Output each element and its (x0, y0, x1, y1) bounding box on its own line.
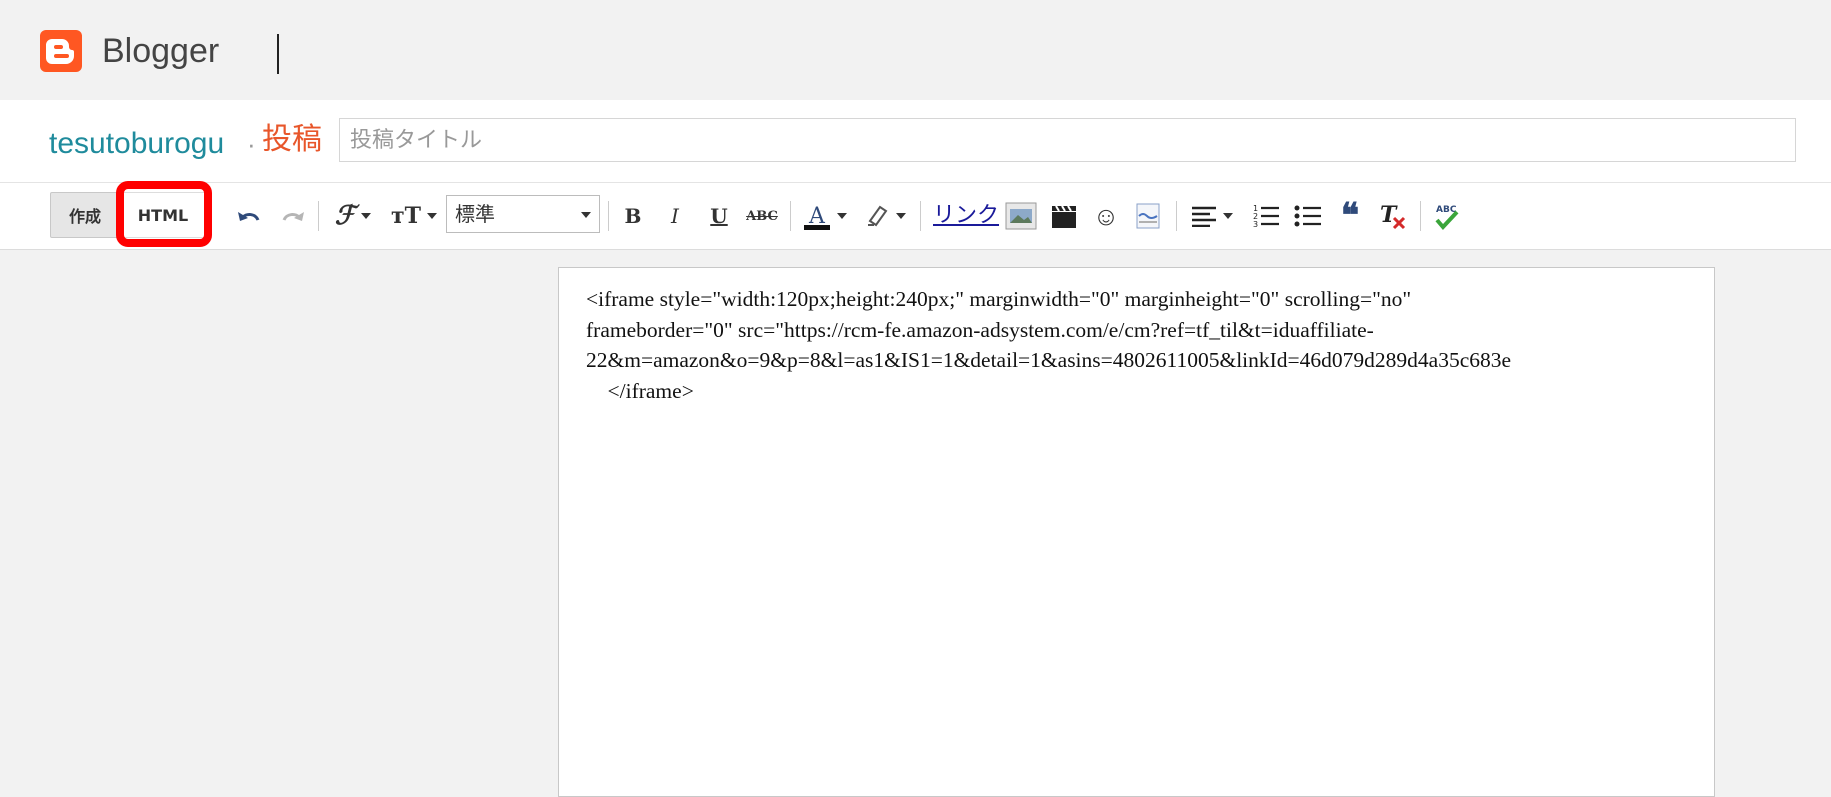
editor-toolbar: 作成 HTML ℱ тT 標準 B I U ABC A リンク ☺ 1 2 3 … (0, 181, 1831, 250)
jump-break-icon[interactable] (1132, 199, 1164, 233)
redo-icon[interactable] (278, 199, 308, 233)
clear-format-icon[interactable]: T (1376, 199, 1410, 233)
code-line: </iframe> (586, 378, 694, 403)
toolbar-separator (608, 201, 609, 231)
underline-icon[interactable]: U (704, 199, 734, 233)
html-editor-textarea[interactable]: <iframe style="width:120px;height:240px;… (558, 267, 1715, 797)
bullet-list-icon[interactable] (1292, 199, 1324, 233)
compose-mode-button[interactable]: 作成 (50, 192, 120, 238)
italic-icon[interactable]: I (660, 199, 690, 233)
font-family-icon[interactable]: ℱ (330, 199, 376, 233)
quote-icon[interactable]: ❝ (1334, 199, 1366, 233)
post-title-row: tesutoburogu · 投稿 (0, 100, 1831, 183)
breadcrumb-separator: · (247, 129, 256, 159)
top-bar: Blogger (0, 0, 1831, 100)
code-line: <iframe style="width:120px;height:240px;… (586, 287, 1412, 311)
highlight-color-icon[interactable] (860, 199, 910, 233)
paragraph-style-select[interactable]: 標準 (446, 195, 600, 233)
strikethrough-icon[interactable]: ABC (744, 199, 780, 233)
undo-icon[interactable] (234, 199, 264, 233)
toolbar-separator (920, 201, 921, 231)
text-color-icon[interactable]: A (800, 199, 850, 233)
post-title-input[interactable] (339, 118, 1796, 162)
chevron-down-icon (581, 212, 591, 218)
svg-text:3: 3 (1253, 220, 1258, 229)
toolbar-separator (790, 201, 791, 231)
numbered-list-icon[interactable]: 123 (1250, 199, 1282, 233)
html-source-code: <iframe style="width:120px;height:240px;… (586, 284, 1714, 406)
toolbar-separator (318, 201, 319, 231)
bold-icon[interactable]: B (618, 199, 648, 233)
code-line: frameborder="0" src="https://rcm-fe.amaz… (586, 317, 1374, 342)
code-line: 22&m=amazon&o=9&p=8&l=as1&IS1=1&detail=1… (586, 348, 1512, 372)
image-icon[interactable] (1004, 199, 1038, 233)
spellcheck-icon[interactable]: ABC (1430, 199, 1464, 233)
post-label: 投稿 (262, 123, 322, 156)
blogger-logo-icon[interactable] (40, 30, 82, 72)
toolbar-separator (1176, 201, 1177, 231)
emoji-icon[interactable]: ☺ (1090, 199, 1122, 233)
blog-name-link[interactable]: tesutoburogu (49, 124, 224, 164)
font-size-icon[interactable]: тT (390, 199, 438, 233)
header-divider (277, 34, 279, 74)
paragraph-style-value: 標準 (455, 202, 495, 226)
video-icon[interactable] (1048, 199, 1080, 233)
insert-link-button[interactable]: リンク (933, 199, 999, 233)
align-icon[interactable] (1186, 199, 1238, 233)
toolbar-separator (1420, 201, 1421, 231)
html-mode-button[interactable]: HTML (120, 192, 206, 238)
app-name: Blogger (102, 32, 220, 70)
svg-text:T: T (1380, 202, 1398, 228)
